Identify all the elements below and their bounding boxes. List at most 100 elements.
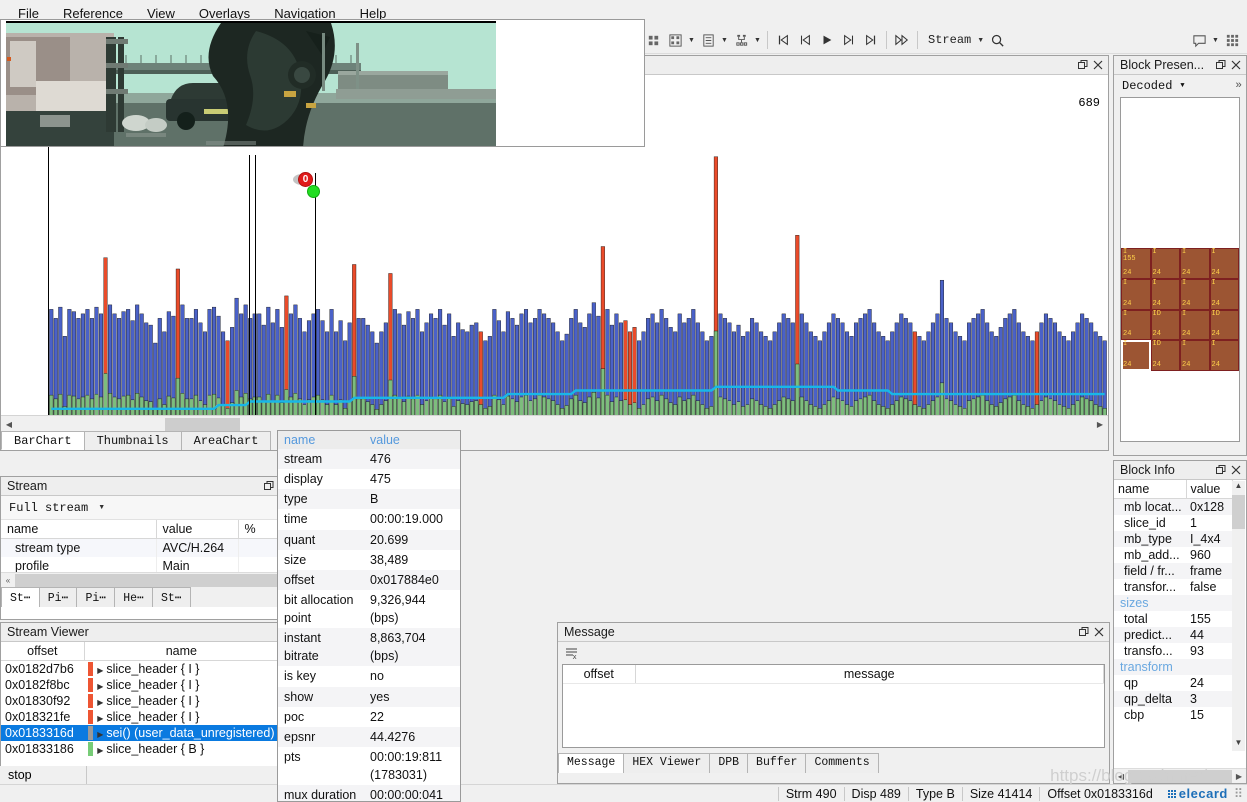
- table-row[interactable]: mb_type I_4x4: [1114, 531, 1233, 547]
- stream-selector-label[interactable]: Stream: [922, 33, 975, 47]
- chevron-down-icon[interactable]: ▼: [98, 504, 105, 511]
- macroblock-cell[interactable]: ID 24: [1150, 309, 1180, 341]
- tab-buffer[interactable]: Buffer: [747, 753, 807, 773]
- tab-stream[interactable]: St⋯: [1, 587, 40, 607]
- table-row[interactable]: 0x0182d7b6 ▶ slice_header { I }: [1, 661, 279, 678]
- bp-float-button[interactable]: [1213, 58, 1228, 73]
- table-row[interactable]: qp_delta 3: [1114, 691, 1233, 707]
- video-frame[interactable]: [0, 19, 645, 147]
- prev-frame-icon[interactable]: [794, 29, 816, 51]
- macroblock-cell[interactable]: I 24: [1121, 278, 1151, 310]
- macroblock-cell[interactable]: I 24: [1121, 340, 1151, 371]
- macroblock-cell[interactable]: I 24: [1180, 340, 1210, 371]
- expand-triangle-icon[interactable]: ▶: [97, 698, 103, 707]
- tab-dpb[interactable]: DPB: [709, 753, 749, 773]
- first-frame-icon[interactable]: [772, 29, 794, 51]
- macroblock-cell[interactable]: I 24: [1209, 248, 1239, 279]
- table-row[interactable]: cbp 15: [1114, 707, 1233, 723]
- tab-thumbnails[interactable]: Thumbnails: [83, 431, 182, 450]
- next-frame-icon[interactable]: [838, 29, 860, 51]
- chevron-down-icon[interactable]: ▼: [1180, 82, 1184, 90]
- search-icon[interactable]: [986, 29, 1008, 51]
- expand-triangle-icon[interactable]: ▶: [97, 730, 103, 739]
- message-close-button[interactable]: [1091, 625, 1106, 640]
- table-row[interactable]: 0x01830f92 ▶ slice_header { I }: [1, 693, 279, 709]
- tab-stats[interactable]: St⋯: [151, 587, 191, 607]
- table-row[interactable]: 0x01833186 ▶ slice_header { B }: [1, 741, 279, 757]
- tab-picture2[interactable]: Pi⋯: [76, 587, 116, 607]
- sv-col-offset[interactable]: offset: [1, 642, 85, 661]
- macroblock-cell[interactable]: ID 24: [1150, 340, 1180, 371]
- bi-hscroll-right-arrow[interactable]: ▶: [1232, 772, 1246, 781]
- table-row[interactable]: mb_add... 960: [1114, 547, 1233, 563]
- barchart-float-button[interactable]: [1075, 58, 1090, 73]
- macroblock-cell[interactable]: I 24: [1121, 309, 1151, 341]
- bp-overflow-icon[interactable]: »: [1235, 80, 1242, 92]
- bp-canvas[interactable]: I 155 24 I 24 I 24 I 24 I 24 I 24 I 24 I 24 I 24 ID 24 I 24 ID…: [1120, 97, 1240, 442]
- tab-message[interactable]: Message: [558, 753, 625, 773]
- barchart-hscrollbar[interactable]: ◀ ▶: [1, 415, 1108, 432]
- macroblock-cell[interactable]: I 24: [1180, 278, 1210, 310]
- message-float-button[interactable]: [1076, 625, 1091, 640]
- msg-col-offset[interactable]: offset: [563, 665, 636, 684]
- tab-comments[interactable]: Comments: [805, 753, 879, 773]
- stream-hscroll-left-arrow[interactable]: «: [1, 576, 15, 585]
- comment-dropdown-arrow[interactable]: ▼: [1210, 29, 1221, 51]
- list-dropdown-arrow[interactable]: ▼: [719, 29, 730, 51]
- expand-triangle-icon[interactable]: ▶: [97, 746, 103, 755]
- bi-float-button[interactable]: [1213, 463, 1228, 478]
- bi-hscroll-left-arrow[interactable]: ◀: [1114, 772, 1128, 781]
- frame-info-popup[interactable]: name value stream 476 display 475 type Btime 0…: [277, 430, 461, 802]
- table-row[interactable]: predict... 44: [1114, 627, 1233, 643]
- table-row[interactable]: mb locat... 0x128: [1114, 498, 1233, 515]
- chart-cursor-line-b[interactable]: [255, 155, 256, 431]
- msg-col-message[interactable]: message: [635, 665, 1104, 684]
- play-icon[interactable]: [816, 29, 838, 51]
- macroblock-cell[interactable]: I 24: [1209, 278, 1239, 310]
- tab-areachart[interactable]: AreaChart: [180, 431, 272, 450]
- bi-close-button[interactable]: [1228, 463, 1243, 478]
- hscroll-track[interactable]: [17, 416, 1092, 432]
- stream-hscroll-thumb[interactable]: [15, 573, 279, 587]
- stream-filter-bar[interactable]: Full stream ▼: [1, 496, 279, 520]
- bp-mode-selector[interactable]: Decoded ▼ »: [1114, 75, 1246, 97]
- table-row[interactable]: stream type AVC/H.264: [1, 538, 279, 557]
- expand-triangle-icon[interactable]: ▶: [97, 682, 103, 691]
- message-grid[interactable]: offset message: [562, 664, 1105, 748]
- tab-picture1[interactable]: Pi⋯: [38, 587, 78, 607]
- decoded-video-image[interactable]: [6, 21, 496, 146]
- tab-barchart[interactable]: BarChart: [1, 431, 85, 450]
- table-row[interactable]: transfor... false: [1114, 579, 1233, 595]
- tab-headers[interactable]: He⋯: [114, 587, 153, 607]
- bi-scroll-thumb[interactable]: [1232, 495, 1245, 529]
- bp-close-button[interactable]: [1228, 58, 1243, 73]
- list-icon[interactable]: [697, 29, 719, 51]
- bi-scroll-down-arrow[interactable]: ▼: [1232, 738, 1245, 751]
- resize-grip-icon[interactable]: ⠿: [1234, 786, 1247, 801]
- expand-triangle-icon[interactable]: ▶: [97, 666, 103, 675]
- block-info-group-row[interactable]: transform: [1114, 659, 1233, 675]
- block-info-group-row[interactable]: sizes: [1114, 595, 1233, 611]
- macroblock-cell[interactable]: ID 24: [1209, 309, 1239, 341]
- clear-messages-icon[interactable]: x: [564, 645, 580, 661]
- macroblock-grid[interactable]: I 155 24 I 24 I 24 I 24 I 24 I 24 I 24 I 24 I 24 ID 24 I 24 ID…: [1121, 248, 1239, 371]
- macroblock-cell[interactable]: I 24: [1180, 309, 1210, 341]
- fast-forward-icon[interactable]: [891, 29, 913, 51]
- chart-current-frame-line[interactable]: [315, 173, 316, 431]
- stream-col-name[interactable]: name: [1, 520, 157, 539]
- comment-icon[interactable]: [1188, 29, 1210, 51]
- bi-vscrollbar[interactable]: ▲ ▼: [1232, 481, 1245, 751]
- stream-hscrollbar[interactable]: «: [1, 572, 279, 587]
- chart-marker-green[interactable]: [307, 185, 320, 198]
- sv-col-name[interactable]: name: [84, 642, 280, 661]
- macroblock-cell[interactable]: I 24: [1209, 340, 1239, 371]
- hscroll-thumb[interactable]: [165, 417, 240, 431]
- stream-col-pct[interactable]: %: [238, 520, 279, 539]
- blocks-alt-dropdown-arrow[interactable]: ▼: [686, 29, 697, 51]
- grid-icon[interactable]: [1221, 29, 1243, 51]
- tab-hex-viewer[interactable]: HEX Viewer: [623, 753, 711, 773]
- bi-hscrollbar[interactable]: ◀ ▶: [1114, 768, 1246, 783]
- bi-col-value[interactable]: value: [1186, 480, 1233, 499]
- stream-col-value[interactable]: value: [156, 520, 239, 539]
- stream-float-button[interactable]: [261, 479, 276, 494]
